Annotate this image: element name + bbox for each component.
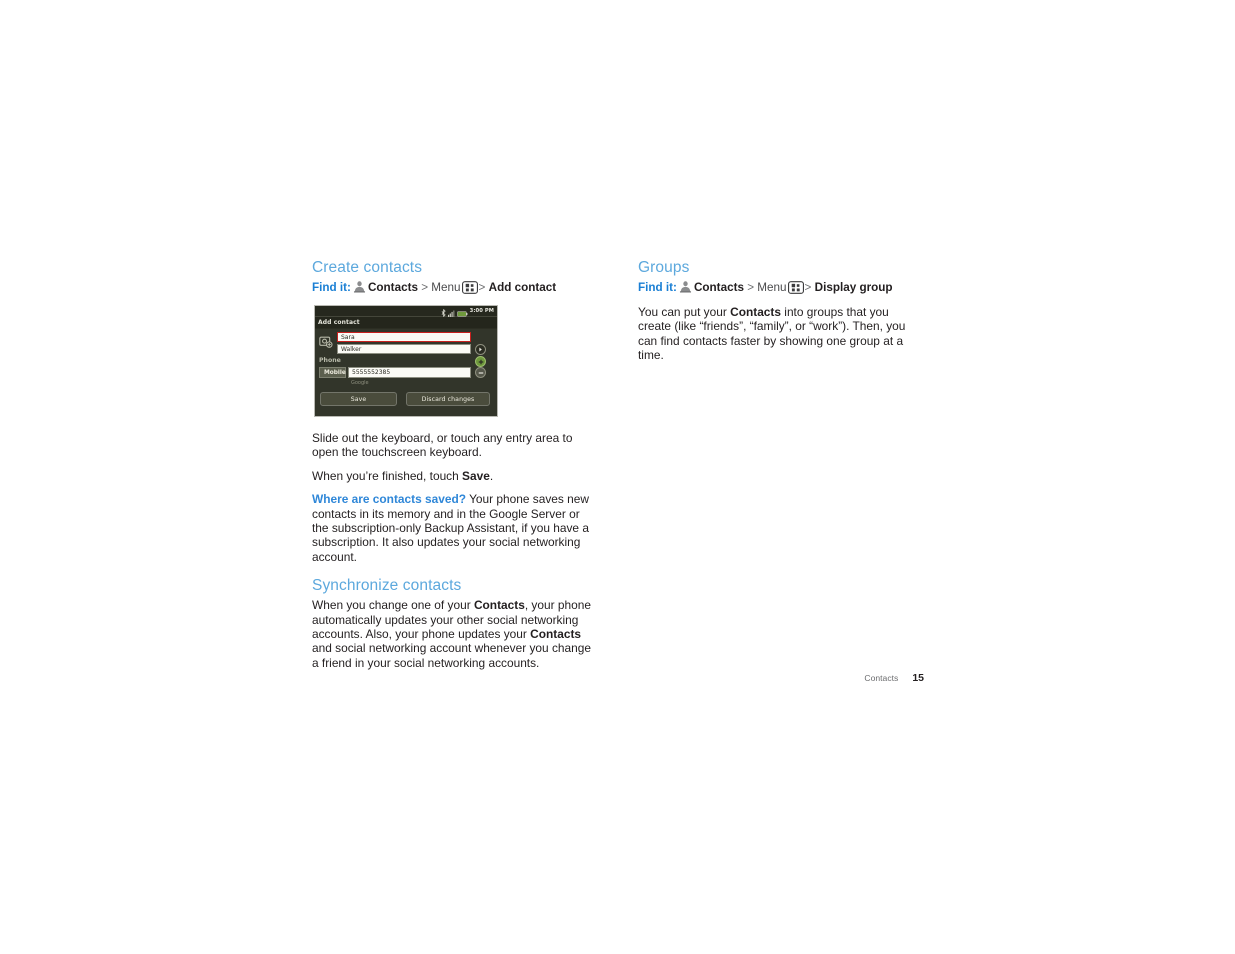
text-run: When you change one of your <box>312 598 474 613</box>
text-run-bold: Contacts <box>730 305 781 319</box>
findit-separator-1: > <box>421 281 429 294</box>
phone-screen-title: Add contact <box>315 317 497 328</box>
section-heading-create-contacts: Create contacts <box>312 259 423 276</box>
findit-path-create-contacts: Find it: Contacts > Menu > Add contact <box>312 280 598 296</box>
phone-screen-body: Sara Walker Phone Mobile 5555552385 Goog… <box>315 329 497 416</box>
right-column: Groups Find it: Contacts > Menu > Displa… <box>638 258 924 372</box>
discard-changes-button[interactable]: Discard changes <box>406 392 490 406</box>
person-icon <box>353 280 366 293</box>
left-column: Create contacts Find it: Contacts > Menu <box>312 258 598 679</box>
paragraph-synchronize: When you change one of your Contacts, yo… <box>312 598 598 670</box>
account-label: Google <box>351 380 369 386</box>
phone-status-bar: 3:00 PM <box>315 306 497 317</box>
findit-app: Contacts <box>367 281 418 294</box>
section-create-contacts: Create contacts Find it: Contacts > Menu <box>312 258 598 564</box>
tip-lead-text: Where are contacts saved? <box>312 492 466 507</box>
minus-icon[interactable] <box>475 367 486 378</box>
manual-page: Create contacts Find it: Contacts > Menu <box>0 0 1235 954</box>
phone-type-chip[interactable]: Mobile <box>319 367 346 378</box>
findit-target: Display group <box>814 281 893 294</box>
paragraph-slide-keyboard: Slide out the keyboard, or touch any ent… <box>312 431 598 460</box>
contact-photo-icon[interactable] <box>319 333 333 348</box>
last-name-field[interactable]: Walker <box>337 344 471 354</box>
phone-section-label: Phone <box>319 357 341 364</box>
section-groups: Groups Find it: Contacts > Menu > Displa… <box>638 258 924 363</box>
person-icon <box>679 280 692 293</box>
menu-key-icon <box>787 281 804 294</box>
text-run-bold: Contacts <box>473 598 525 613</box>
section-heading-synchronize-contacts: Synchronize contacts <box>312 577 462 595</box>
section-synchronize-contacts: Synchronize contacts When you change one… <box>312 576 598 670</box>
phone-number-field[interactable]: 5555552385 <box>348 367 471 378</box>
paragraph-where-contacts-saved: Where are contacts saved? Your phone sav… <box>312 492 598 564</box>
arrow-right-icon[interactable] <box>475 344 486 355</box>
text-run: When you’re finished, touch <box>312 468 463 483</box>
findit-separator-2: > <box>478 281 486 294</box>
footer-page-number: 15 <box>912 672 924 684</box>
footer-chapter-label: Contacts <box>864 673 899 683</box>
text-run: You can put your <box>638 305 731 319</box>
text-run-bold: Save <box>462 468 490 483</box>
findit-menu-word: Menu <box>757 281 787 294</box>
findit-label: Find it: <box>312 281 351 294</box>
phone-screenshot-add-contact: 3:00 PM Add contact Sara Walker Phone Mo… <box>314 305 498 417</box>
paragraph-touch-save: When you’re finished, touch Save. <box>312 469 598 483</box>
findit-path-groups: Find it: Contacts > Menu > Display group <box>638 280 924 296</box>
save-button[interactable]: Save <box>320 392 397 406</box>
paragraph-groups: You can put your Contacts into groups th… <box>638 305 924 363</box>
findit-separator-2: > <box>804 281 812 294</box>
section-heading-groups: Groups <box>638 259 690 276</box>
findit-target: Add contact <box>488 281 557 294</box>
text-run-bold: Contacts <box>530 627 582 642</box>
contact-photo-row <box>319 333 333 348</box>
status-bar-icons: 3:00 PM <box>441 307 494 317</box>
findit-menu-word: Menu <box>431 281 461 294</box>
findit-separator-1: > <box>747 281 755 294</box>
plus-icon[interactable] <box>475 356 486 367</box>
findit-app: Contacts <box>693 281 744 294</box>
first-name-field[interactable]: Sara <box>337 332 471 342</box>
findit-label: Find it: <box>638 281 677 294</box>
text-run: Slide out the keyboard, or touch any ent… <box>312 431 573 460</box>
text-run: and social networking account whenever y… <box>312 641 591 670</box>
status-bar-time: 3:00 PM <box>469 308 494 314</box>
text-run: . <box>489 468 494 483</box>
menu-key-icon <box>461 281 478 294</box>
